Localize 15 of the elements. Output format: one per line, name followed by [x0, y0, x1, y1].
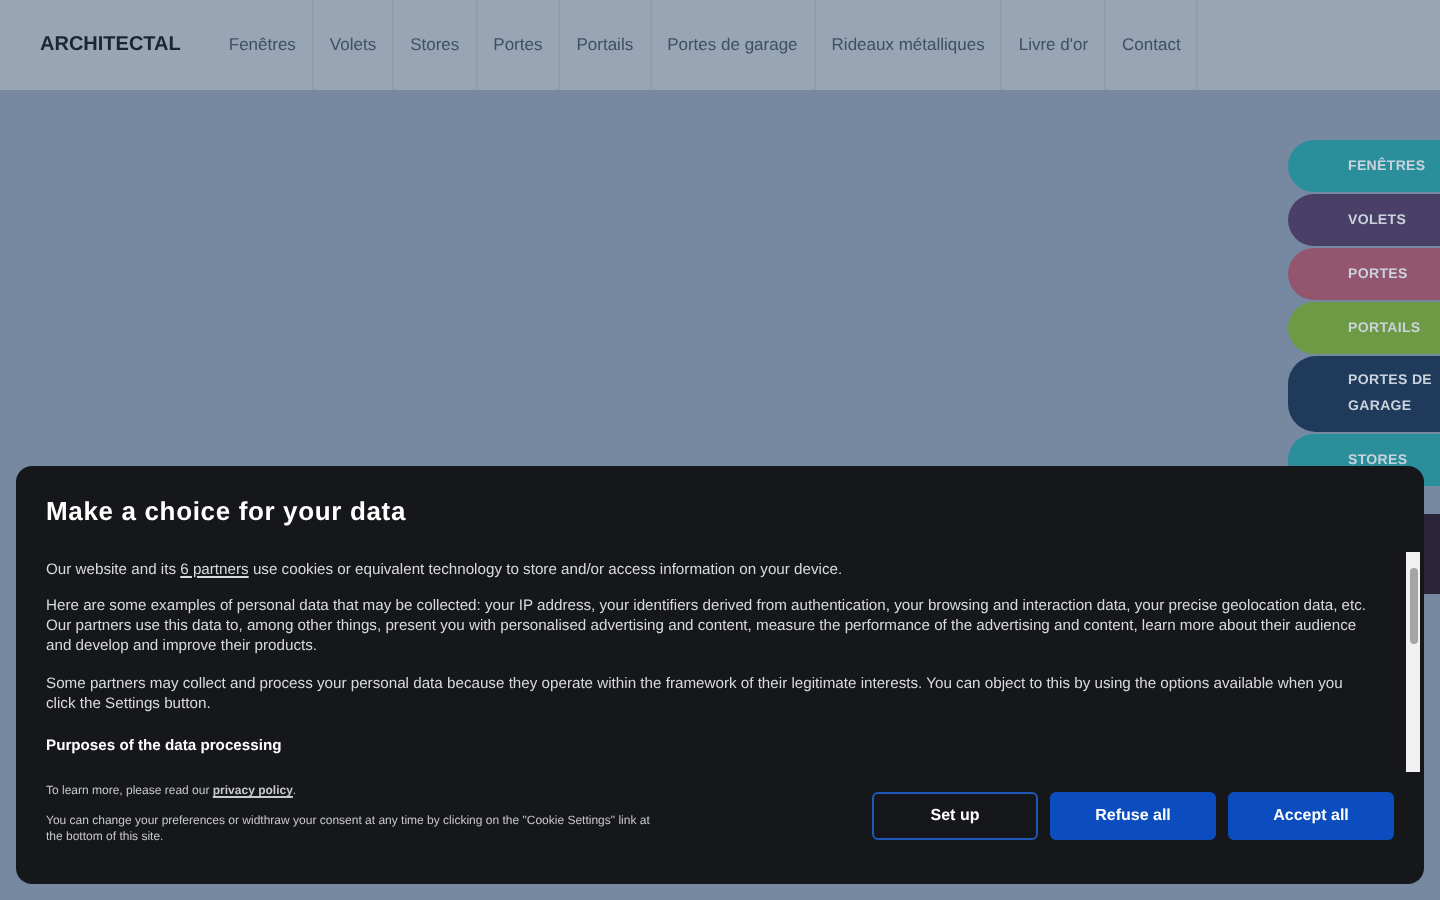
consent-button[interactable]: Refuse all [1050, 791, 1216, 839]
consent-button[interactable]: Set up [872, 791, 1038, 839]
nav-link[interactable]: Contact [1106, 0, 1199, 90]
nav-link[interactable]: Volets [313, 0, 395, 90]
nav-link[interactable]: Portes [477, 0, 561, 90]
scrollbar[interactable] [1406, 552, 1420, 772]
nav-link[interactable]: Portes de garage [651, 0, 816, 90]
nav-link[interactable]: Stores [394, 0, 478, 90]
nav-link[interactable]: Rideaux métalliques [815, 0, 1003, 90]
site-logo[interactable]: ARCHITECTAL [40, 30, 181, 60]
nav-link[interactable]: Portails [560, 0, 652, 90]
dialog-title: Make a choice for your data [46, 494, 408, 530]
nav-link[interactable]: Fenêtres [212, 0, 314, 90]
consent-button[interactable]: Accept all [1228, 791, 1394, 839]
nav-link[interactable]: Livre d'or [1002, 0, 1107, 90]
